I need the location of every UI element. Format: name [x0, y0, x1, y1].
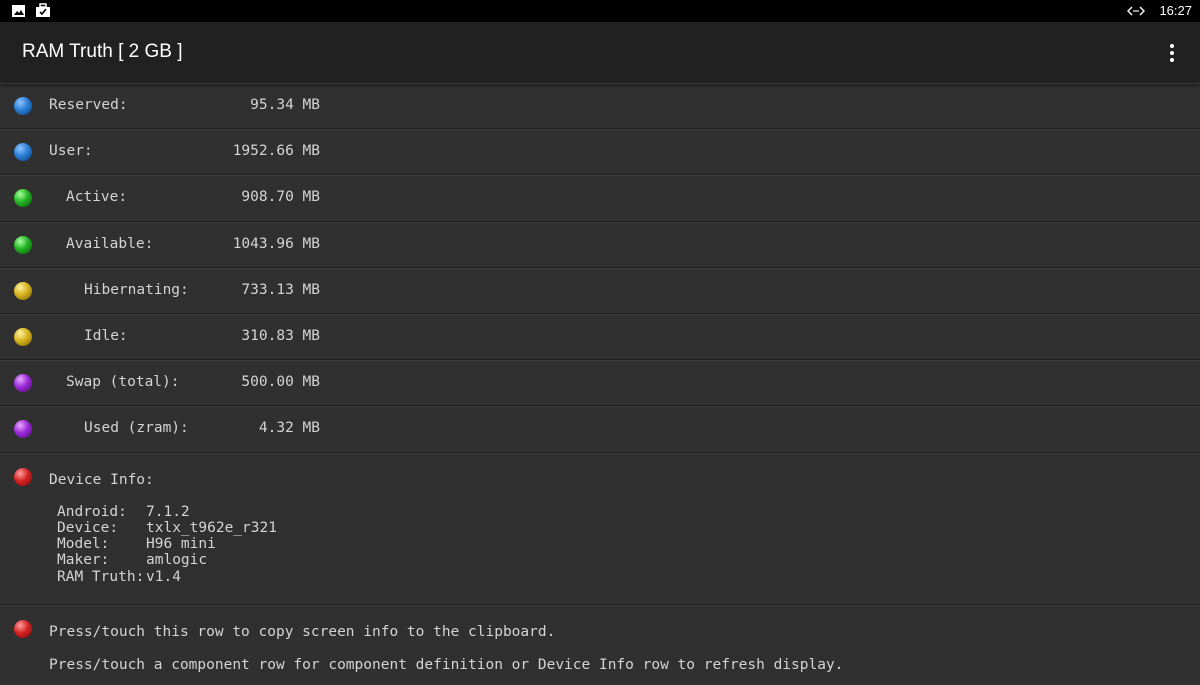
memory-label: Available: — [66, 235, 154, 252]
memory-value: 908.70 MB — [241, 189, 320, 206]
device-field-key: Device: — [57, 519, 119, 536]
blue-indicator-icon — [14, 143, 32, 162]
green-indicator-icon — [14, 189, 32, 208]
memory-value: 733.13 MB — [241, 281, 320, 298]
memory-row[interactable]: Available: 1043.96 MB — [0, 221, 1200, 268]
app-title: RAM Truth [ 2 GB ] — [22, 41, 183, 62]
memory-value: 4.32 MB — [258, 420, 320, 437]
device-field-value: H96 mini — [146, 536, 216, 553]
memory-row[interactable]: Reserved: 95.34 MB — [0, 83, 1200, 130]
memory-row[interactable]: Idle: 310.83 MB — [0, 313, 1200, 361]
memory-row[interactable]: Used (zram): 4.32 MB — [0, 406, 1200, 453]
component-instruction: Press/touch a component row for componen… — [49, 656, 844, 673]
memory-list: Reserved: 95.34 MB User: 1952.66 MB Active: 9… — [0, 83, 1200, 685]
yellow-indicator-icon — [14, 281, 32, 300]
red-indicator-icon — [14, 467, 32, 486]
app-bar: RAM Truth [ 2 GB ] — [0, 22, 1200, 83]
gallery-icon — [12, 5, 25, 17]
memory-row[interactable]: Hibernating: 733.13 MB — [0, 267, 1200, 314]
status-bar: 16:27 — [0, 0, 1200, 22]
purple-indicator-icon — [14, 374, 32, 393]
blue-indicator-icon — [14, 97, 32, 115]
memory-value: 500.00 MB — [241, 374, 320, 391]
briefcase-icon — [36, 3, 50, 17]
memory-row[interactable]: User: 1952.66 MB — [0, 129, 1200, 176]
device-field-value: v1.4 — [146, 568, 181, 585]
memory-label: Active: — [66, 189, 128, 206]
device-field-key: Model: — [57, 536, 110, 553]
memory-value: 1043.96 MB — [232, 235, 320, 252]
overflow-menu-icon[interactable] — [1162, 42, 1182, 64]
memory-value: 310.83 MB — [241, 327, 320, 344]
memory-row[interactable]: Swap (total): 500.00 MB — [0, 360, 1200, 407]
memory-value: 95.34 MB — [250, 97, 320, 113]
device-field-value: 7.1.2 — [146, 503, 190, 520]
device-info-title: Device Info: — [49, 471, 154, 488]
memory-label: Idle: — [84, 327, 128, 344]
device-field-key: Android: — [57, 503, 127, 520]
code-arrows-icon — [1127, 6, 1145, 16]
device-field-key: RAM Truth: — [57, 568, 145, 585]
memory-label: User: — [49, 143, 93, 160]
memory-row[interactable]: Active: 908.70 MB — [0, 175, 1200, 222]
red-indicator-icon — [14, 619, 32, 638]
yellow-indicator-icon — [14, 327, 32, 346]
green-indicator-icon — [14, 235, 32, 254]
purple-indicator-icon — [14, 420, 32, 439]
copy-info-row[interactable]: Press/touch this row to copy screen info… — [0, 604, 1200, 685]
device-field-key: Maker: — [57, 552, 110, 569]
status-time: 16:27 — [1159, 3, 1192, 18]
memory-label: Hibernating: — [84, 281, 189, 298]
device-field-value: amlogic — [146, 552, 208, 569]
memory-label: Reserved: — [49, 97, 128, 113]
memory-value: 1952.66 MB — [232, 143, 320, 160]
copy-instruction: Press/touch this row to copy screen info… — [49, 623, 556, 640]
memory-label: Used (zram): — [84, 420, 189, 437]
memory-label: Swap (total): — [66, 374, 180, 391]
device-field-value: txlx_t962e_r321 — [146, 519, 277, 536]
device-info-row[interactable]: Device Info: Android: 7.1.2 Device: txlx_t9… — [0, 452, 1200, 605]
